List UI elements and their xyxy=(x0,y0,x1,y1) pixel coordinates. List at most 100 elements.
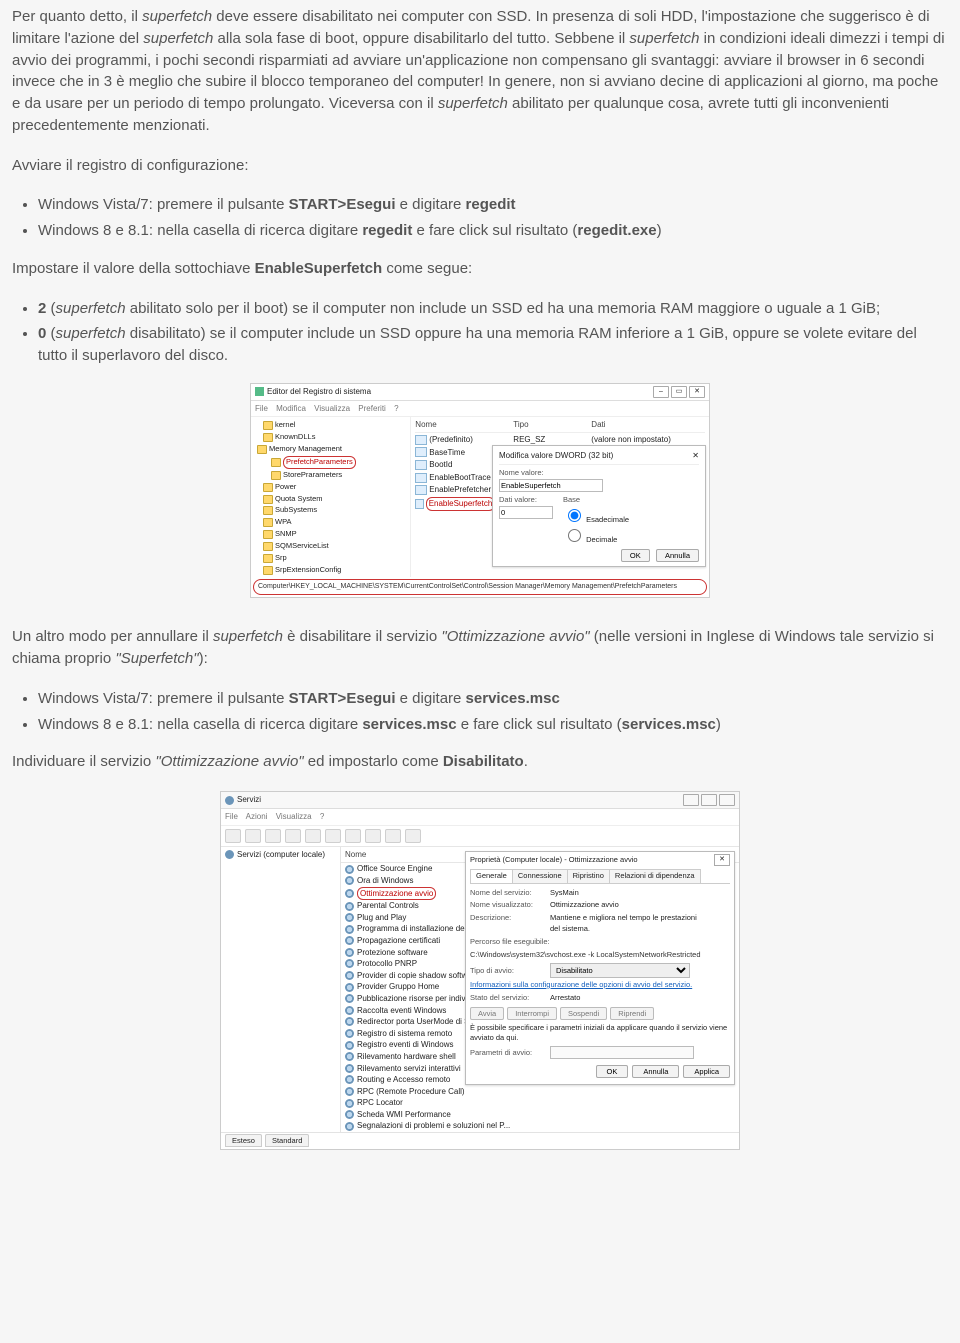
emphasis-superfetch: superfetch xyxy=(143,30,213,47)
pause-button[interactable]: Sospendi xyxy=(560,1007,607,1020)
tab-standard[interactable]: Standard xyxy=(265,1134,309,1147)
value-icon xyxy=(415,460,427,470)
scope-pane[interactable]: Servizi (computer locale) xyxy=(221,847,341,1132)
maximize-button[interactable]: ▭ xyxy=(671,386,687,398)
label-value-data: Dati valore: xyxy=(499,495,553,506)
start-button[interactable]: Avvia xyxy=(470,1007,504,1020)
menu-file[interactable]: File xyxy=(225,812,238,821)
menu-help[interactable]: ? xyxy=(394,404,398,413)
tree-node[interactable]: Memory Management xyxy=(257,444,408,455)
menu-favorites[interactable]: Preferiti xyxy=(358,404,386,413)
back-button[interactable] xyxy=(225,829,241,843)
refresh-button[interactable] xyxy=(305,829,321,843)
col-name: Nome xyxy=(415,419,495,431)
tree-node[interactable]: KnownDLLs xyxy=(263,432,408,443)
tree-node[interactable]: kernel xyxy=(263,420,408,431)
tab-connection[interactable]: Connessione xyxy=(512,869,568,883)
tree-node[interactable]: Srp xyxy=(263,553,408,564)
service-row[interactable]: Segnalazioni di problemi e soluzioni nel… xyxy=(341,1120,739,1132)
tree-node[interactable]: Power xyxy=(263,482,408,493)
menu-view[interactable]: Visualizza xyxy=(314,404,350,413)
radio-hex[interactable]: Esadecimale xyxy=(563,515,629,524)
service-name: Provider Gruppo Home xyxy=(357,981,439,993)
value-name: BootId xyxy=(429,459,452,471)
toolbar-button[interactable] xyxy=(405,829,421,843)
ok-button[interactable]: OK xyxy=(596,1065,629,1078)
text: e digitare xyxy=(396,196,466,213)
bold: regedit.exe xyxy=(577,222,656,239)
minimize-button[interactable] xyxy=(683,794,699,806)
registry-tree[interactable]: kernelKnownDLLsMemory ManagementPrefetch… xyxy=(251,417,411,577)
gear-icon xyxy=(345,1087,354,1096)
tree-node[interactable]: StorePrarameters xyxy=(271,470,408,481)
cancel-button[interactable]: Annulla xyxy=(656,549,699,562)
tree-node[interactable]: SNMP xyxy=(263,529,408,540)
tab-recovery[interactable]: Ripristino xyxy=(567,869,610,883)
apply-button[interactable]: Applica xyxy=(683,1065,730,1078)
tree-node[interactable]: StillImage xyxy=(263,577,408,578)
tree-node[interactable]: WPA xyxy=(263,517,408,528)
dialog-close-button[interactable]: ✕ xyxy=(692,450,699,462)
emphasis-superfetch-en: "Superfetch" xyxy=(115,650,198,667)
bold: EnableSuperfetch xyxy=(255,260,383,277)
tree-node[interactable]: SrpExtensionConfig xyxy=(263,565,408,576)
input-start-params[interactable] xyxy=(550,1046,694,1059)
folder-icon xyxy=(263,433,273,442)
input-value-data[interactable] xyxy=(499,506,553,519)
service-name: Rilevamento servizi interattivi xyxy=(357,1063,461,1075)
dialog-title: Modifica valore DWORD (32 bit) xyxy=(499,450,613,462)
menu-file[interactable]: File xyxy=(255,404,268,413)
tree-node-label: SQMServiceList xyxy=(275,541,329,552)
service-row[interactable]: RPC (Remote Procedure Call) xyxy=(341,1086,739,1098)
resume-button[interactable]: Riprendi xyxy=(610,1007,654,1020)
tab-dependencies[interactable]: Relazioni di dipendenza xyxy=(609,869,701,883)
folder-icon xyxy=(263,506,273,515)
col-data: Dati xyxy=(591,419,605,431)
close-button[interactable] xyxy=(719,794,735,806)
radio-dec[interactable]: Decimale xyxy=(563,535,617,544)
stop-button[interactable]: Interrompi xyxy=(507,1007,557,1020)
service-row[interactable]: Scheda WMI Performance xyxy=(341,1109,739,1121)
toolbar-button[interactable] xyxy=(265,829,281,843)
play-button[interactable] xyxy=(345,829,361,843)
toolbar-button[interactable] xyxy=(285,829,301,843)
minimize-button[interactable]: – xyxy=(653,386,669,398)
select-start-type[interactable]: Disabilitato xyxy=(550,963,690,978)
cancel-button[interactable]: Annulla xyxy=(632,1065,679,1078)
pause-button[interactable] xyxy=(385,829,401,843)
ok-button[interactable]: OK xyxy=(621,549,650,562)
list-item: Windows Vista/7: premere il pulsante STA… xyxy=(38,194,948,216)
text: disabilitato) se il computer include un … xyxy=(38,325,917,364)
maximize-button[interactable] xyxy=(701,794,717,806)
menu-view[interactable]: Visualizza xyxy=(276,812,312,821)
tab-extended[interactable]: Esteso xyxy=(225,1134,262,1147)
tab-general[interactable]: Generale xyxy=(470,869,513,883)
tree-node[interactable]: SubSystems xyxy=(263,505,408,516)
input-value-name[interactable] xyxy=(499,479,603,492)
menu-help[interactable]: ? xyxy=(320,812,324,821)
menu-action[interactable]: Azioni xyxy=(246,812,268,821)
service-row[interactable]: RPC Locator xyxy=(341,1097,739,1109)
gear-icon xyxy=(345,1052,354,1061)
tree-node[interactable]: Quota System xyxy=(263,494,408,505)
toolbar-button[interactable] xyxy=(325,829,341,843)
value-service-name: SysMain xyxy=(550,888,579,897)
close-button[interactable]: ✕ xyxy=(689,386,705,398)
forward-button[interactable] xyxy=(245,829,261,843)
value-name: (Predefinito) xyxy=(429,434,473,446)
tree-node[interactable]: SQMServiceList xyxy=(263,541,408,552)
menu-edit[interactable]: Modifica xyxy=(276,404,306,413)
tree-node-label: SubSystems xyxy=(275,505,317,516)
link-start-config-info[interactable]: Informazioni sulla configurazione delle … xyxy=(470,980,692,989)
stop-button[interactable] xyxy=(365,829,381,843)
bold: services.msc xyxy=(466,690,560,707)
folder-icon xyxy=(271,471,281,480)
tree-node[interactable]: PrefetchParameters xyxy=(271,456,408,469)
col-name: Nome xyxy=(345,849,465,861)
registry-value-row[interactable]: (Predefinito)REG_SZ(valore non impostato… xyxy=(415,434,705,446)
gear-icon xyxy=(345,1075,354,1084)
paragraph-set-subkey: Impostare il valore della sottochiave En… xyxy=(12,258,948,280)
registry-values-list[interactable]: Nome Tipo Dati (Predefinito)REG_SZ(valor… xyxy=(411,417,709,577)
service-name: Registro eventi di Windows xyxy=(357,1039,453,1051)
dialog-close-button[interactable]: ✕ xyxy=(714,854,730,866)
